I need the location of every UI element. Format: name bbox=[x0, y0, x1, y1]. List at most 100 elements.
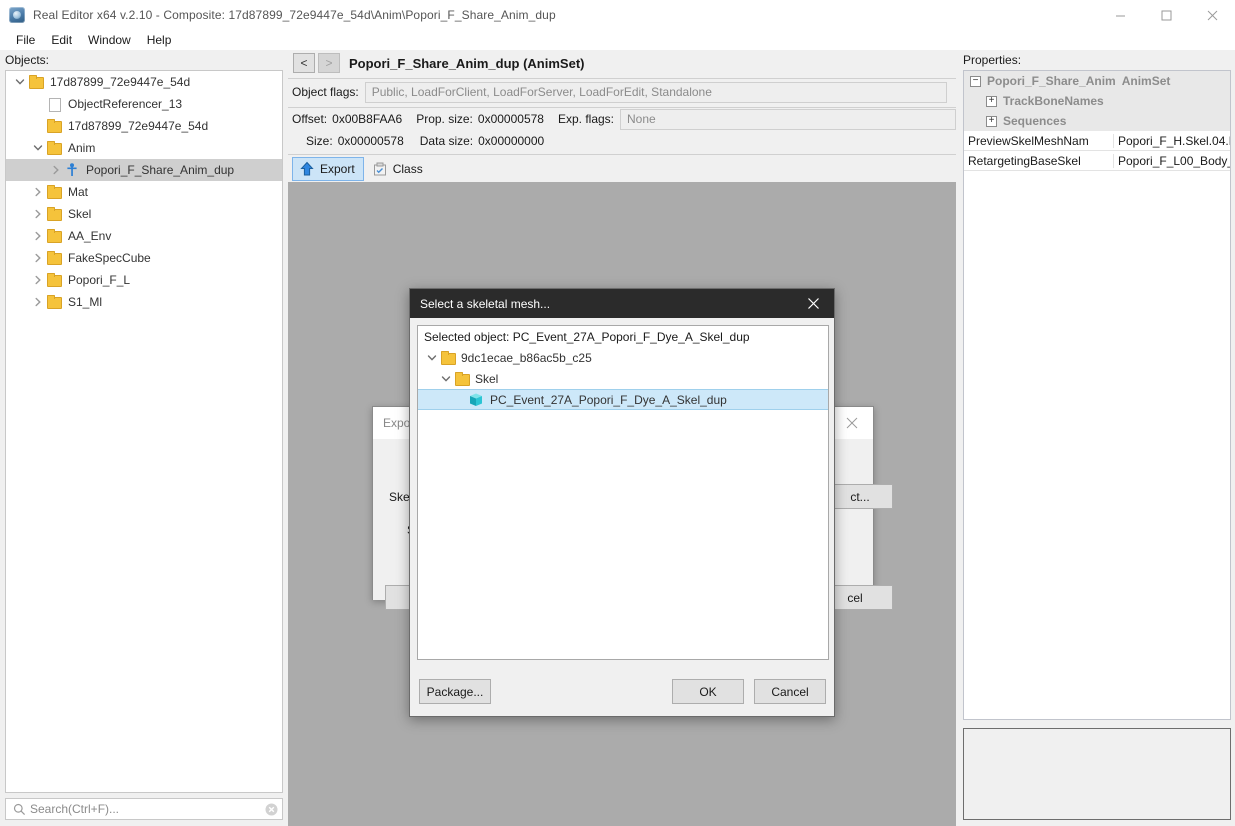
property-value-row[interactable]: PreviewSkelMeshNamPopori_F_H.Skel.04.Pop… bbox=[964, 131, 1230, 151]
cancel-button[interactable]: Cancel bbox=[754, 679, 826, 704]
minimize-icon[interactable] bbox=[1097, 0, 1143, 30]
tree-item-17d87899-72e9447e-54d[interactable]: 17d87899_72e9447e_54d bbox=[6, 71, 282, 93]
tree-item-aa-env[interactable]: AA_Env bbox=[6, 225, 282, 247]
modal-tree-item[interactable]: 9dc1ecae_b86ac5b_c25 bbox=[418, 347, 828, 368]
menu-item-edit[interactable]: Edit bbox=[43, 31, 80, 49]
folder-icon bbox=[440, 350, 456, 366]
chevron-down-icon[interactable] bbox=[424, 350, 440, 366]
properties-grid[interactable]: − Popori_F_Share_Anim AnimSet + TrackBoneNam… bbox=[963, 70, 1231, 720]
properties-detail-pane bbox=[963, 728, 1231, 820]
tree-item-objectreferencer-13[interactable]: ObjectReferencer_13 bbox=[6, 93, 282, 115]
tree-item-popori-f-l[interactable]: Popori_F_L bbox=[6, 269, 282, 291]
size-label: Size: bbox=[306, 134, 333, 148]
chevron-down-icon[interactable] bbox=[30, 140, 46, 156]
offset-label: Offset: bbox=[292, 112, 328, 126]
app-disc-icon bbox=[9, 7, 25, 23]
chevron-right-icon[interactable] bbox=[48, 162, 64, 178]
search-input[interactable] bbox=[28, 802, 260, 816]
object-flags-value: Public, LoadForClient, LoadForServer, Lo… bbox=[364, 81, 947, 103]
tree-item-s1-ml[interactable]: S1_Ml bbox=[6, 291, 282, 313]
close-icon[interactable] bbox=[792, 289, 834, 318]
modal-tree-item[interactable]: PC_Event_27A_Popori_F_Dye_A_Skel_dup bbox=[418, 389, 828, 410]
modal-tree[interactable]: 9dc1ecae_b86ac5b_c25 Skel PC_Event_27A_Pop… bbox=[418, 347, 828, 410]
clear-icon[interactable] bbox=[260, 803, 282, 816]
window-title: Real Editor x64 v.2.10 - Composite: 17d8… bbox=[33, 8, 556, 22]
window-controls bbox=[1097, 0, 1235, 30]
chevron-right-icon[interactable] bbox=[30, 228, 46, 244]
chevron-right-icon[interactable] bbox=[30, 272, 46, 288]
tree-item-17d87899-72e9447e-54d[interactable]: 17d87899_72e9447e_54d bbox=[6, 115, 282, 137]
tree-item-label: Mat bbox=[68, 185, 89, 199]
search-box[interactable] bbox=[5, 798, 283, 820]
tree-item-label: 17d87899_72e9447e_54d bbox=[50, 75, 191, 89]
property-category-name: Popori_F_Share_Anim bbox=[987, 74, 1116, 88]
data-size-label: Data size: bbox=[419, 134, 474, 148]
chevron-right-icon[interactable] bbox=[30, 250, 46, 266]
chevron-down-icon[interactable] bbox=[12, 74, 28, 90]
collapse-icon[interactable]: − bbox=[970, 75, 981, 87]
tree-item-label: Popori_F_Share_Anim_dup bbox=[86, 163, 235, 177]
property-name: PreviewSkelMeshNam bbox=[964, 133, 1114, 148]
tree-item-label: Skel bbox=[68, 207, 92, 221]
folder-icon bbox=[46, 272, 62, 288]
tree-item-label: 17d87899_72e9447e_54d bbox=[68, 119, 209, 133]
nav-next-button[interactable]: > bbox=[318, 53, 340, 73]
property-value-row[interactable]: RetargetingBaseSkelPopori_F_L00_Body_Ske… bbox=[964, 151, 1230, 171]
close-icon[interactable] bbox=[831, 407, 873, 439]
exp-flags-label: Exp. flags: bbox=[557, 112, 615, 126]
mesh-cube-icon bbox=[468, 392, 484, 408]
title-bar: Real Editor x64 v.2.10 - Composite: 17d8… bbox=[0, 0, 1235, 30]
menu-item-window[interactable]: Window bbox=[80, 31, 139, 49]
folder-icon bbox=[46, 140, 62, 156]
data-size-value: 0x00000000 bbox=[478, 134, 545, 148]
object-flags-row: Object flags: Public, LoadForClient, Loa… bbox=[288, 79, 956, 105]
tree-item-label: Anim bbox=[68, 141, 96, 155]
property-category-row[interactable]: + Sequences bbox=[964, 111, 1230, 131]
modal-title-bar: Select a skeletal mesh... bbox=[410, 289, 834, 318]
tree-item-anim[interactable]: Anim bbox=[6, 137, 282, 159]
object-title: Popori_F_Share_Anim_dup (AnimSet) bbox=[349, 55, 585, 71]
modal-tree-container[interactable]: Selected object: PC_Event_27A_Popori_F_D… bbox=[417, 325, 829, 660]
object-flags-label: Object flags: bbox=[292, 85, 359, 99]
select-skeletal-mesh-dialog[interactable]: Select a skeletal mesh... Selected objec… bbox=[409, 288, 835, 717]
property-value[interactable]: Popori_F_L00_Body_Skel bbox=[1114, 154, 1230, 168]
chevron-right-icon[interactable] bbox=[30, 294, 46, 310]
chevron-down-icon[interactable] bbox=[438, 371, 454, 387]
folder-icon bbox=[46, 184, 62, 200]
close-icon[interactable] bbox=[1189, 0, 1235, 30]
menu-item-help[interactable]: Help bbox=[139, 31, 180, 49]
modal-title: Select a skeletal mesh... bbox=[420, 296, 551, 311]
class-icon bbox=[371, 160, 389, 178]
tree-item-mat[interactable]: Mat bbox=[6, 181, 282, 203]
package-button[interactable]: Package... bbox=[419, 679, 491, 704]
folder-icon bbox=[46, 228, 62, 244]
property-value[interactable]: Popori_F_H.Skel.04.Popo bbox=[1114, 134, 1230, 148]
modal-tree-item[interactable]: Skel bbox=[418, 368, 828, 389]
property-category-row[interactable]: + TrackBoneNames bbox=[964, 91, 1230, 111]
chevron-right-icon[interactable] bbox=[30, 184, 46, 200]
tree-item-fakespeccube[interactable]: FakeSpecCube bbox=[6, 247, 282, 269]
export-dialog-select-button[interactable]: ct... bbox=[827, 484, 893, 509]
class-button[interactable]: Class bbox=[366, 157, 431, 181]
folder-icon bbox=[28, 74, 44, 90]
folder-icon bbox=[46, 118, 62, 134]
tree-item-label: Popori_F_L bbox=[68, 273, 131, 287]
folder-icon bbox=[46, 250, 62, 266]
menu-item-file[interactable]: File bbox=[8, 31, 43, 49]
modal-tree-item-label: Skel bbox=[475, 371, 499, 386]
maximize-icon[interactable] bbox=[1143, 0, 1189, 30]
expand-icon[interactable]: + bbox=[986, 115, 997, 127]
tree-item-skel[interactable]: Skel bbox=[6, 203, 282, 225]
ok-button[interactable]: OK bbox=[672, 679, 744, 704]
modal-tree-item-label: 9dc1ecae_b86ac5b_c25 bbox=[461, 350, 592, 365]
tree-item-popori-f-share-anim-dup[interactable]: Popori_F_Share_Anim_dup bbox=[6, 159, 282, 181]
prop-size-label: Prop. size: bbox=[416, 112, 473, 126]
tree-item-label: AA_Env bbox=[68, 229, 112, 243]
expand-icon[interactable]: + bbox=[986, 95, 997, 107]
nav-prev-button[interactable]: < bbox=[293, 53, 315, 73]
file-icon bbox=[46, 96, 62, 112]
property-category-row[interactable]: − Popori_F_Share_Anim AnimSet bbox=[964, 71, 1230, 91]
chevron-right-icon[interactable] bbox=[30, 206, 46, 222]
objects-tree[interactable]: 17d87899_72e9447e_54d ObjectReferencer_13… bbox=[5, 70, 283, 793]
export-button[interactable]: Export bbox=[292, 157, 364, 181]
